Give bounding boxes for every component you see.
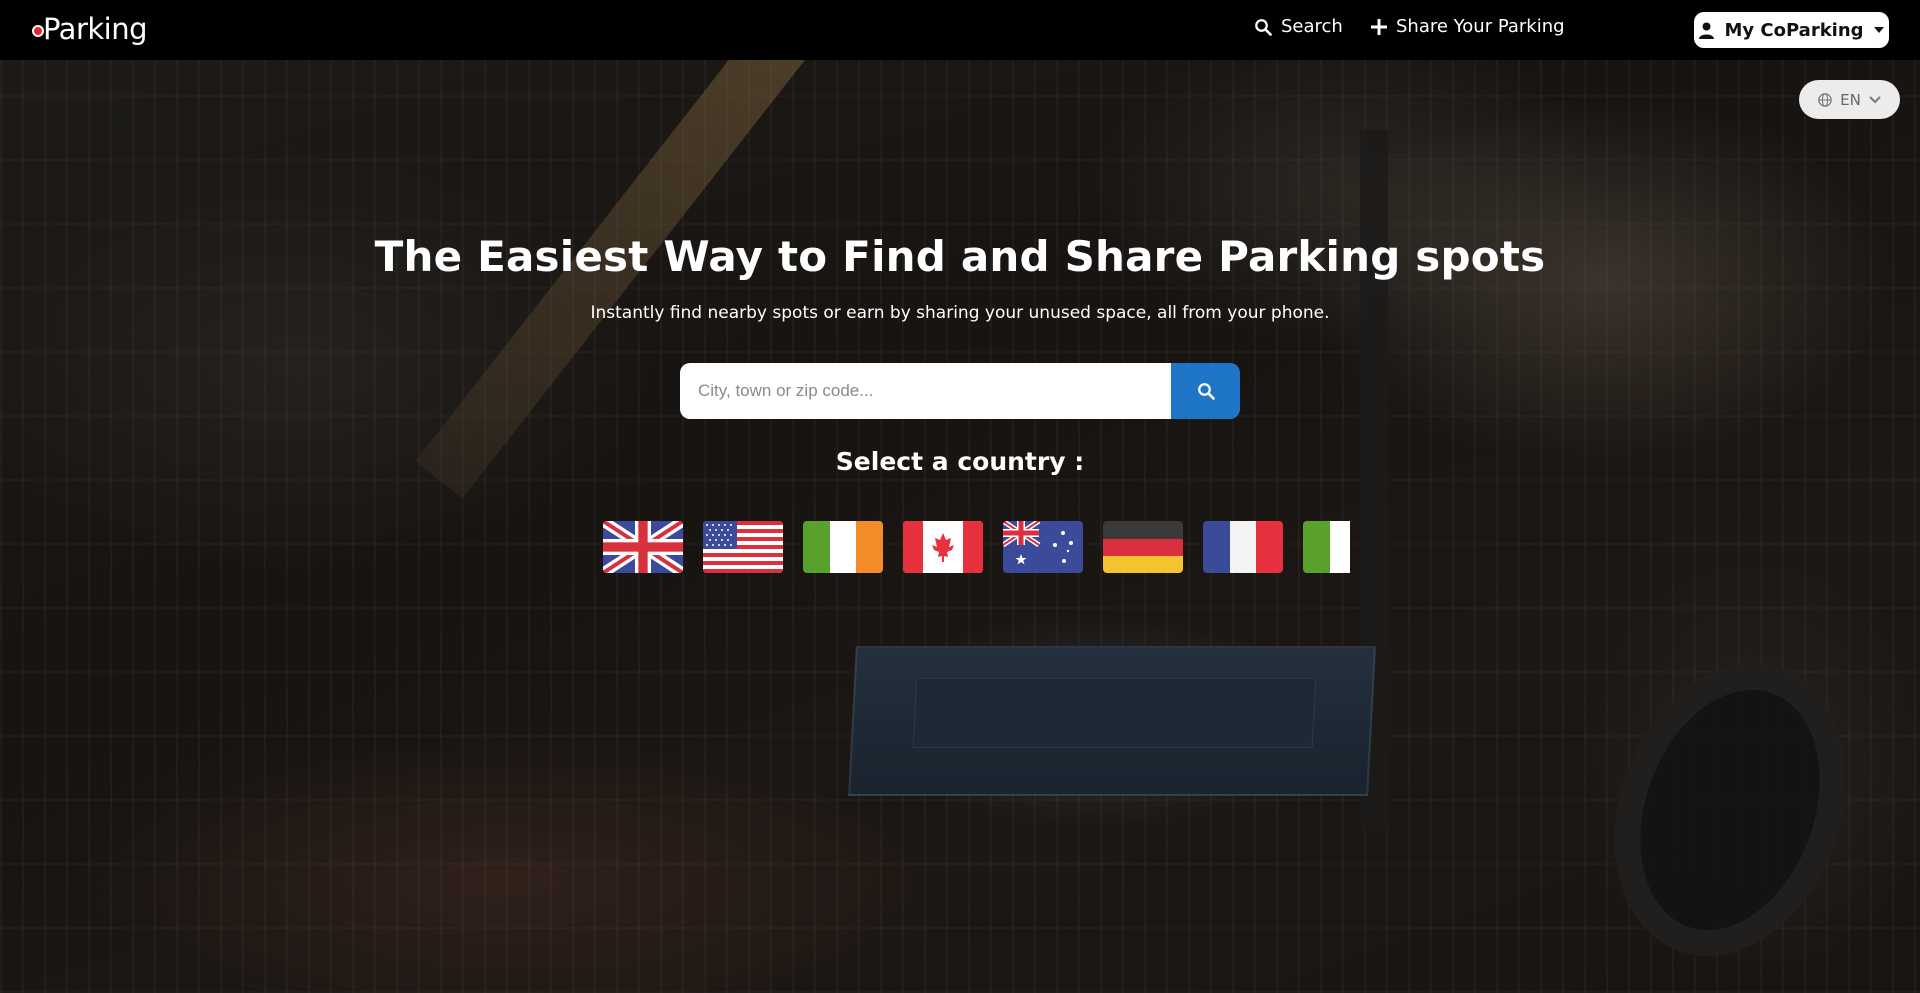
plus-icon [1371, 18, 1387, 35]
flag-uk-icon[interactable] [603, 521, 683, 573]
hero-subtitle: Instantly find nearby spots or earn by s… [590, 303, 1330, 323]
nav-search-label: Search [1281, 16, 1343, 37]
nav-share-label: Share Your Parking [1396, 16, 1565, 37]
flag-us-icon[interactable] [703, 521, 783, 573]
hero-title: The Easiest Way to Find and Share Parkin… [374, 232, 1546, 281]
search-submit-button[interactable] [1171, 363, 1240, 419]
country-select-heading: Select a country : [835, 447, 1085, 476]
user-icon [1699, 22, 1715, 39]
flag-canada-icon[interactable] [903, 521, 983, 573]
top-navbar: Parking Search Share Your Parking My CoP… [0, 0, 1920, 60]
caret-down-icon [1873, 27, 1884, 33]
search-icon [1255, 18, 1272, 36]
location-search-input[interactable] [680, 363, 1171, 419]
globe-icon [1818, 92, 1832, 107]
location-search-form [680, 363, 1240, 419]
flag-germany-icon[interactable] [1103, 521, 1183, 573]
nav-search-link[interactable]: Search [1254, 16, 1343, 37]
language-selector[interactable]: EN [1799, 80, 1900, 119]
site-logo[interactable]: Parking [32, 12, 148, 46]
chevron-down-icon [1869, 95, 1881, 103]
country-flags-carousel [570, 521, 1350, 573]
flag-australia-icon[interactable] [1003, 521, 1083, 573]
language-code: EN [1840, 90, 1861, 109]
nav-share-parking-link[interactable]: Share Your Parking [1371, 16, 1565, 37]
account-dropdown-button[interactable]: My CoParking [1692, 10, 1891, 50]
search-icon [1197, 383, 1215, 400]
account-label: My CoParking [1724, 19, 1864, 41]
flag-france-icon[interactable] [1203, 521, 1283, 573]
flag-italy-partial-icon[interactable] [1303, 521, 1350, 573]
logo-text: Parking [43, 12, 148, 46]
logo-dot-icon [32, 25, 44, 37]
flag-ireland-icon[interactable] [803, 521, 883, 573]
